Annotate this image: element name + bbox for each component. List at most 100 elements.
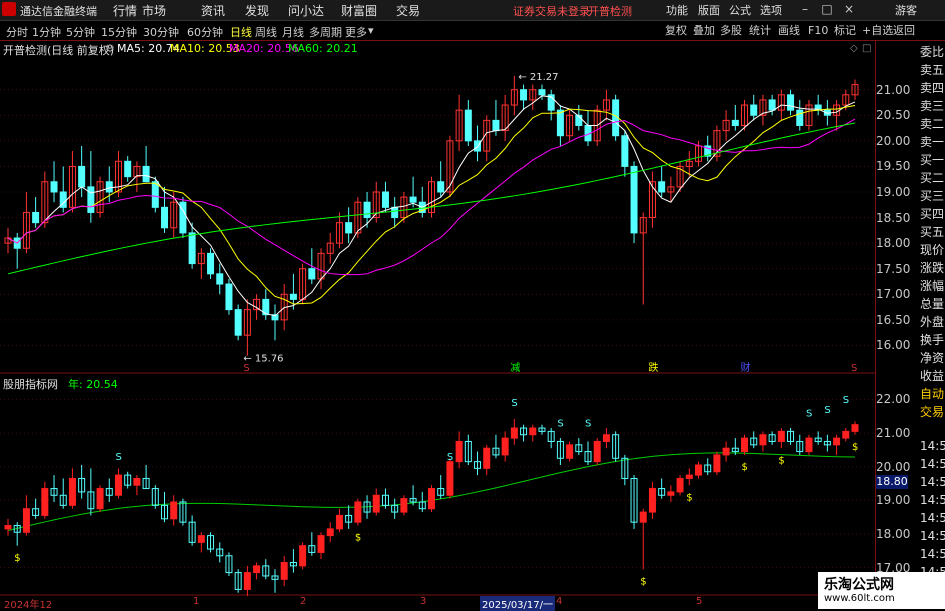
y-axis-tick: 19.00 [876,184,911,199]
menu-ask[interactable]: 问小达 [288,2,324,19]
period-weekly[interactable]: 周线 [255,24,277,40]
trade-time: 14:55 [920,511,945,525]
add-watchlist-button[interactable]: +自选 [862,23,893,38]
period-5min[interactable]: 5分钟 [66,24,95,40]
buy-signal-icon: $ [852,442,858,453]
trade-time: 14:55 [920,547,945,561]
indicator-bar [842,430,850,439]
close-icon[interactable]: □ [862,43,871,54]
side-panel-label: 涨幅 [920,279,945,293]
date-label: 2 [300,596,307,607]
date-label: 4 [556,596,563,607]
ma60-label: MA60: 20.21 [288,42,358,55]
trade-login-warning[interactable]: 证券交易未登录 [513,3,590,19]
indicator-bar [483,447,491,469]
main-chart-title: 开普检测(日线 前复权) [3,44,115,57]
gear-icon[interactable]: ⚙ [105,42,115,55]
menu-quotes[interactable]: 行情 [113,2,137,19]
candle [363,201,371,219]
event-marker: S [243,363,249,374]
indicator-bar [197,535,205,543]
maximize-icon[interactable]: □ [818,2,836,16]
period-more[interactable]: 更多 [345,24,367,40]
event-marker: 减 [510,362,520,374]
minimize-icon[interactable]: – [796,2,814,16]
period-multi[interactable]: 多周期 [309,24,342,40]
indicator-bar [354,501,362,523]
candle [796,109,804,126]
event-marker: 跌 [648,361,658,374]
indicator-bar [280,562,288,580]
menu-trade[interactable]: 交易 [396,2,420,19]
indicator-bar [566,444,574,459]
menu-discover[interactable]: 发现 [245,2,269,19]
indicator-bar [446,461,454,496]
event-marker: 财 [741,361,751,374]
back-button[interactable]: 返回 [893,23,915,38]
menu-wealth[interactable]: 财富圈 [341,2,377,19]
trade-time: 14:55 [920,457,945,471]
side-panel-label: 卖五 [920,63,945,77]
draw-button[interactable]: 画线 [778,23,800,38]
indicator-bar [694,464,702,476]
indicator-bar [68,477,76,506]
candle [492,119,500,132]
menu-options[interactable]: 选项 [760,2,782,18]
side-panel-label: 净资 [920,351,945,365]
buy-signal-icon: $ [778,455,784,466]
period-monthly[interactable]: 月线 [282,24,304,40]
side-panel-label: 买二 [920,171,945,185]
indicator-bar [253,565,261,574]
period-30min[interactable]: 30分钟 [143,24,179,40]
chart-panel[interactable]: ← 21.27 ← 15.76 S 减跌财 S S S S S S S S S $ $ $ $ $ $ $ 开普检测(… [0,41,875,596]
overlay-button[interactable]: 叠加 [693,23,715,38]
menu-news[interactable]: 资讯 [201,2,225,19]
indicator-bar [22,508,30,533]
sell-signal-icon: S [115,452,121,463]
y-axis-tick: 16.50 [876,312,911,327]
period-15min[interactable]: 15分钟 [101,24,137,40]
menu-market[interactable]: 市场 [142,2,166,19]
side-panel-label: 交易 [920,405,945,419]
kline-chart[interactable]: ← 21.27← 15.76S 减跌财 SS SSS SS SS$$$$$$$ [0,41,875,596]
candle [216,273,224,285]
trade-time: 14:55 [920,493,945,507]
indicator-bar [299,545,307,567]
indicator-bar [602,434,610,442]
diamond-icon[interactable]: ◇ [850,43,858,54]
f10-button[interactable]: F10 [808,23,828,38]
adjust-button[interactable]: 复权 [665,23,687,38]
y-axis-tick: 17.50 [876,261,911,276]
indicator-bar [510,427,518,439]
candle [124,160,132,178]
period-1min[interactable]: 1分钟 [32,24,61,40]
guest-label[interactable]: 游客 [895,2,917,18]
mark-button[interactable]: 标记 [834,23,856,38]
indicator-current-value: 18.80 [876,475,908,489]
period-daily[interactable]: 日线 [230,24,252,40]
menu-formula[interactable]: 公式 [729,2,751,18]
menu-layout[interactable]: 版面 [698,2,720,18]
date-axis: 2024年12 1 2 3 2025/03/17/一 4 5 [0,596,875,611]
candle [161,206,169,229]
menu-function[interactable]: 功能 [666,2,688,18]
chevron-down-icon[interactable]: ▾ [368,24,374,37]
indicator-y-tick: 22.00 [876,392,911,407]
indicator-bar [400,498,408,513]
candle [437,181,445,193]
statistics-button[interactable]: 统计 [749,23,771,38]
indicator-y-tick: 18.00 [876,526,911,541]
trade-time: 14:55 [920,475,945,489]
multi-stock-button[interactable]: 多股 [720,23,742,38]
period-timeshare[interactable]: 分时 [6,24,28,40]
close-icon[interactable]: × [840,2,858,16]
y-axis-tick: 20.00 [876,133,911,148]
side-panel-label: 涨跌 [920,261,945,275]
side-panel-label: 卖三 [920,99,945,113]
right-side-panel: 18.80 21.00 20.50 20.00 19.50 19.00 18.50 18.0… [875,41,945,597]
period-60min[interactable]: 60分钟 [187,24,223,40]
trade-time: 14:55 [920,439,945,453]
candle [32,211,40,224]
candle [464,109,472,142]
candle [151,181,159,208]
